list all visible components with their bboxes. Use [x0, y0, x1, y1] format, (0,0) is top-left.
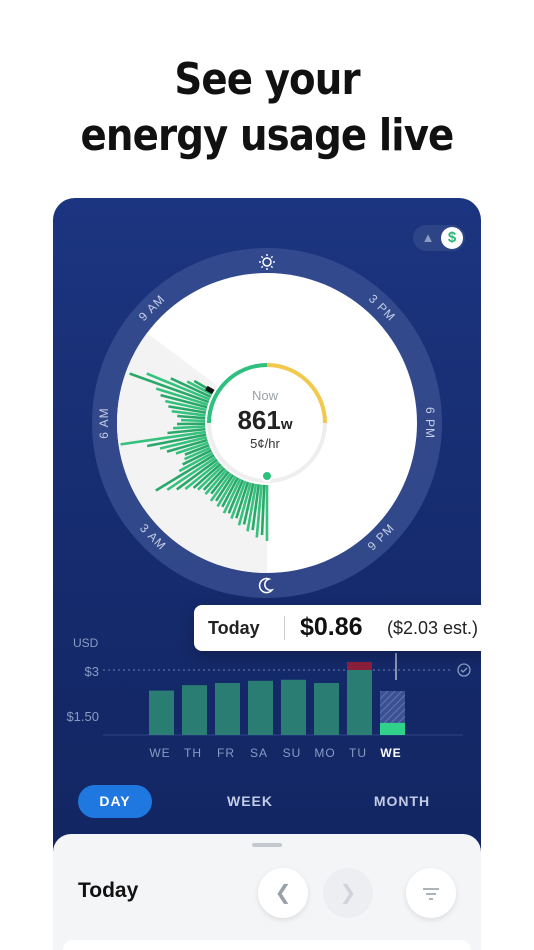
cost-tooltip: Today $0.86 ($2.03 est.)	[194, 605, 481, 651]
next-button[interactable]: ❯	[323, 868, 373, 918]
cost-bar	[149, 690, 174, 735]
previous-button[interactable]: ❮	[258, 868, 308, 918]
cost-bar	[248, 680, 273, 735]
day-label: SU	[282, 746, 302, 760]
tooltip-value: $0.86	[300, 613, 363, 641]
sheet-grabber[interactable]	[252, 843, 282, 847]
sheet-content-card	[63, 940, 471, 950]
day-label: MO	[314, 746, 336, 760]
filter-button[interactable]	[406, 868, 456, 918]
day-label: WE	[149, 746, 171, 760]
budget-target-icon	[457, 663, 471, 677]
tab-week[interactable]: WEEK	[213, 785, 287, 818]
cost-bar	[281, 679, 306, 735]
day-label: FR	[217, 746, 235, 760]
cost-bar	[215, 683, 240, 735]
tab-month[interactable]: MONTH	[363, 785, 441, 818]
tab-day[interactable]: DAY	[78, 785, 152, 818]
bottom-sheet: Today ❮ ❯	[53, 834, 481, 950]
tooltip-label: Today	[208, 618, 260, 638]
tooltip-estimate: ($2.03 est.)	[387, 618, 479, 638]
energy-card: ▲ $ 9 AM 3 PM 6 AM 6 PM 3 AM 9 PM Now 861w 5¢…	[53, 198, 481, 950]
cost-bars	[149, 662, 405, 735]
headline-line-1: See your	[174, 54, 360, 105]
headline: See your energy usage live	[32, 52, 502, 164]
chevron-right-icon: ❯	[339, 882, 357, 904]
day-label: SA	[249, 746, 268, 760]
headline-line-2: energy usage live	[80, 110, 455, 161]
cost-bar	[182, 685, 207, 735]
daily-cost-chart[interactable]	[53, 198, 481, 758]
chevron-left-icon: ❮	[274, 882, 292, 904]
over-budget-segment	[347, 662, 372, 670]
sheet-title: Today	[78, 879, 139, 902]
day-label: TU	[349, 746, 367, 760]
cost-bar	[314, 683, 339, 735]
day-label-today: WE	[380, 746, 402, 760]
cost-bar-today	[380, 722, 405, 735]
day-label: TH	[184, 746, 202, 760]
filter-icon	[423, 887, 439, 900]
tooltip-divider	[284, 616, 285, 640]
cost-bar	[347, 670, 372, 735]
